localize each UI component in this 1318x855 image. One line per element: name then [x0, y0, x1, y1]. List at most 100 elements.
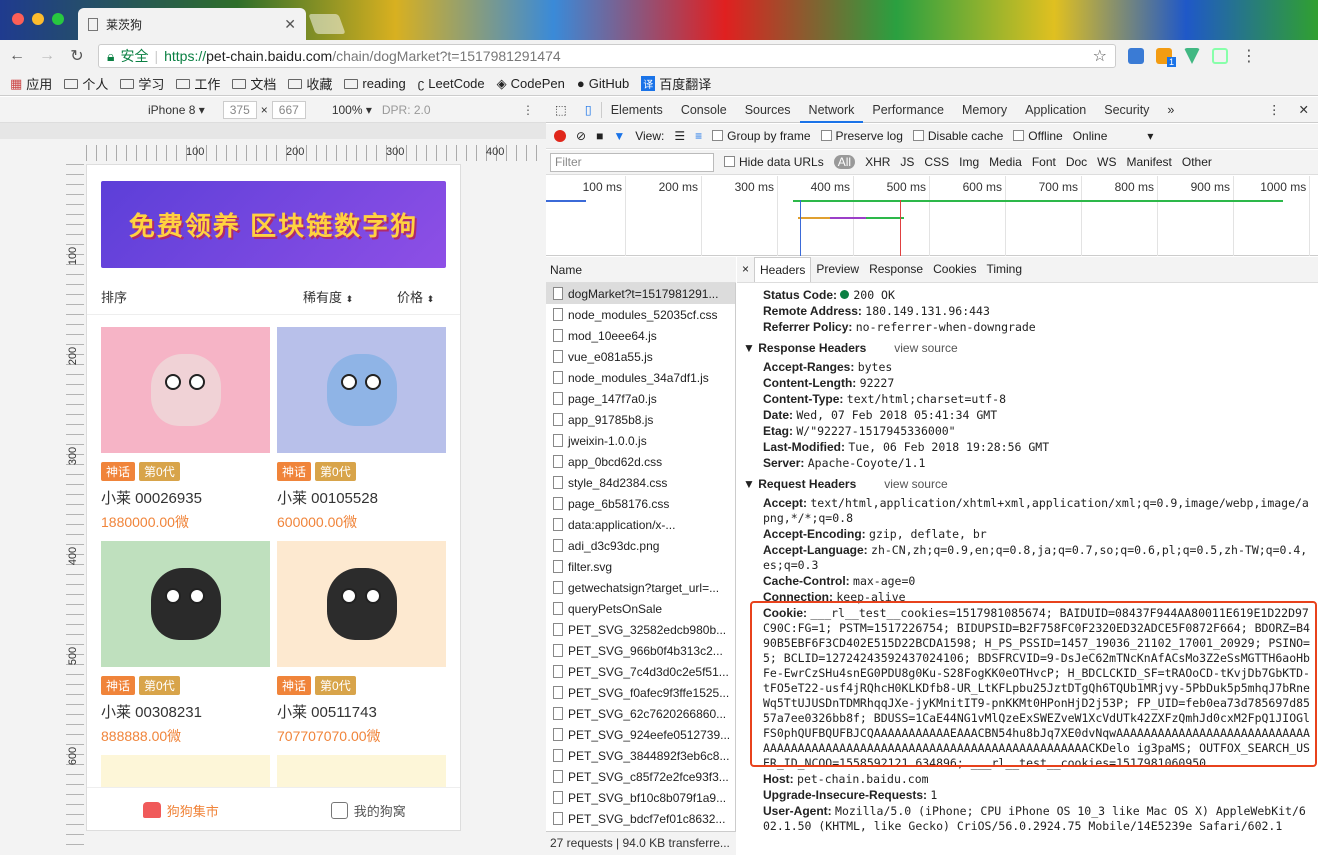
request-row[interactable]: adi_d3c93dc.png [546, 535, 735, 556]
type-filter-all[interactable]: All [833, 155, 856, 169]
clear-icon[interactable]: ⊘ [576, 129, 586, 143]
bookmark-folder[interactable]: 收藏 [288, 74, 332, 93]
close-window-button[interactable] [12, 13, 24, 25]
device-height-input[interactable]: 667 [271, 100, 306, 119]
devtools-tab-elements[interactable]: Elements [602, 97, 672, 123]
pet-card-partial[interactable] [277, 755, 446, 787]
request-row[interactable]: style_84d2384.css [546, 472, 735, 493]
bookmark-folder[interactable]: reading [344, 76, 406, 91]
capture-screenshots-icon[interactable]: ■ [596, 129, 603, 143]
filter-input[interactable]: Filter [550, 152, 714, 172]
offline-checkbox[interactable]: Offline [1013, 129, 1063, 143]
large-rows-icon[interactable]: ☰ [674, 129, 685, 143]
media-query-bar[interactable] [0, 123, 546, 139]
bookmark-codepen[interactable]: ◈ CodePen [497, 76, 565, 92]
device-toggle-icon[interactable]: ▯ [576, 97, 601, 123]
request-row[interactable]: app_0bcd62d.css [546, 451, 735, 472]
bookmark-baidu-translate[interactable]: 译百度翻译 [641, 74, 711, 93]
sort-default[interactable]: 排序 [101, 287, 127, 306]
close-detail-icon[interactable]: × [737, 257, 754, 282]
address-bar[interactable]: 🔒︎ 安全 | https://pet-chain.baidu.com/chai… [98, 44, 1116, 68]
request-row[interactable]: page_6b58176.css [546, 493, 735, 514]
tab-my-kennel[interactable]: 我的狗窝 [275, 788, 461, 830]
devtools-tab-network[interactable]: Network [799, 97, 864, 123]
disable-cache-checkbox[interactable]: Disable cache [912, 129, 1003, 143]
minimize-window-button[interactable] [32, 13, 44, 25]
devtools-menu-icon[interactable]: ⋮ [1259, 97, 1290, 123]
rss-extension-icon[interactable]: 1 [1156, 48, 1176, 67]
request-row[interactable]: PET_SVG_c85f72e2fce93f3... [546, 766, 735, 787]
close-tab-icon[interactable]: ✕ [284, 16, 296, 33]
bookmark-leetcode[interactable]: ʗ LeetCode [418, 76, 485, 91]
detail-tab-preview[interactable]: Preview [811, 257, 864, 282]
type-filter-manifest[interactable]: Manifest [1127, 155, 1172, 169]
request-row[interactable]: PET_SVG_924eefe0512739... [546, 724, 735, 745]
type-filter-css[interactable]: CSS [924, 155, 949, 169]
tab-dog-market[interactable]: 狗狗集市 [87, 788, 275, 830]
browser-tab[interactable]: 莱茨狗 ✕ [78, 8, 306, 40]
devtools-tab-console[interactable]: Console [672, 97, 736, 123]
close-devtools-icon[interactable]: ✕ [1290, 97, 1318, 123]
request-row[interactable]: page_147f7a0.js [546, 388, 735, 409]
detail-tab-headers[interactable]: Headers [754, 257, 812, 282]
network-overview-timeline[interactable]: 100 ms 200 ms 300 ms 400 ms 500 ms 600 ms 700 … [546, 176, 1318, 256]
bookmark-apps[interactable]: ▦ 应用 [10, 74, 52, 93]
filter-icon[interactable]: ▼ [613, 129, 625, 143]
type-filter-xhr[interactable]: XHR [865, 155, 890, 169]
zoom-select[interactable]: 100% ▾ [332, 103, 372, 117]
devtools-tab-application[interactable]: Application [1016, 97, 1095, 123]
request-row[interactable]: jweixin-1.0.0.js [546, 430, 735, 451]
devtools-tab-performance[interactable]: Performance [863, 97, 953, 123]
maximize-window-button[interactable] [52, 13, 64, 25]
type-filter-other[interactable]: Other [1182, 155, 1212, 169]
pet-card[interactable]: 神话 第0代 小莱 00105528 600000.00微 [277, 327, 446, 532]
bookmark-folder[interactable]: 个人 [64, 74, 108, 93]
request-row[interactable]: PET_SVG_bf10c8b079f1a9... [546, 787, 735, 808]
menu-icon[interactable]: ⋮ [1240, 46, 1258, 66]
request-row[interactable]: PET_SVG_f0afec9f3ffe1525... [546, 682, 735, 703]
sort-price[interactable]: 价格 ⬍ [397, 287, 434, 306]
vue-devtools-icon[interactable] [1184, 48, 1200, 64]
type-filter-img[interactable]: Img [959, 155, 979, 169]
request-row[interactable]: PET_SVG_32582edcb980b... [546, 619, 735, 640]
pet-card[interactable]: 神话 第0代 小莱 00308231 888888.00微 [101, 541, 270, 746]
request-row[interactable]: dogMarket?t=1517981291... [546, 283, 735, 304]
bookmark-github[interactable]: ● GitHub [577, 76, 629, 91]
type-filter-media[interactable]: Media [989, 155, 1022, 169]
device-width-input[interactable]: 375 [222, 100, 257, 119]
bookmark-folder[interactable]: 学习 [120, 74, 164, 93]
request-row[interactable]: data:application/x-... [546, 514, 735, 535]
request-row[interactable]: filter.svg [546, 556, 735, 577]
devtools-tab-memory[interactable]: Memory [953, 97, 1016, 123]
view-source-link[interactable]: view source [894, 341, 957, 355]
request-row[interactable]: getwechatsign?target_url=... [546, 577, 735, 598]
request-row[interactable]: PET_SVG_966b0f4b313c2... [546, 640, 735, 661]
request-row[interactable]: PET_SVG_bdcf7ef01c8632... [546, 808, 735, 829]
pet-card-partial[interactable] [101, 755, 270, 787]
type-filter-font[interactable]: Font [1032, 155, 1056, 169]
device-more-icon[interactable]: ⋮ [522, 103, 534, 117]
react-devtools-icon[interactable] [1212, 48, 1228, 64]
request-row[interactable]: PET_SVG_3844892f3eb6c8... [546, 745, 735, 766]
devtools-more-tabs-icon[interactable]: » [1158, 97, 1183, 123]
request-row[interactable]: PET_SVG_7c4d3d0c2e5f51... [546, 661, 735, 682]
device-select[interactable]: iPhone 8 ▾ [148, 103, 205, 117]
extension-icon[interactable] [1128, 48, 1144, 64]
type-filter-doc[interactable]: Doc [1066, 155, 1087, 169]
request-row[interactable]: mod_10eee64.js [546, 325, 735, 346]
promo-banner[interactable]: 免费领养 区块链数字狗 [101, 181, 446, 268]
pet-card[interactable]: 神话 第0代 小莱 00511743 707707070.00微 [277, 541, 446, 746]
group-by-frame-checkbox[interactable]: Group by frame [712, 129, 811, 143]
reload-icon[interactable]: ↻ [68, 46, 86, 66]
request-list-header[interactable]: Name [546, 257, 736, 283]
type-filter-js[interactable]: JS [900, 155, 914, 169]
detail-tab-response[interactable]: Response [864, 257, 928, 282]
pet-card[interactable]: 神话 第0代 小莱 00026935 1880000.00微 [101, 327, 270, 532]
response-headers-section[interactable]: ▼ Response Headers view source [737, 341, 1318, 356]
throttling-select[interactable]: Online ▾ [1073, 129, 1154, 143]
bookmark-folder[interactable]: 工作 [176, 74, 220, 93]
request-row[interactable]: node_modules_34a7df1.js [546, 367, 735, 388]
request-row[interactable]: node_modules_52035cf.css [546, 304, 735, 325]
type-filter-ws[interactable]: WS [1097, 155, 1116, 169]
devtools-tab-sources[interactable]: Sources [736, 97, 800, 123]
